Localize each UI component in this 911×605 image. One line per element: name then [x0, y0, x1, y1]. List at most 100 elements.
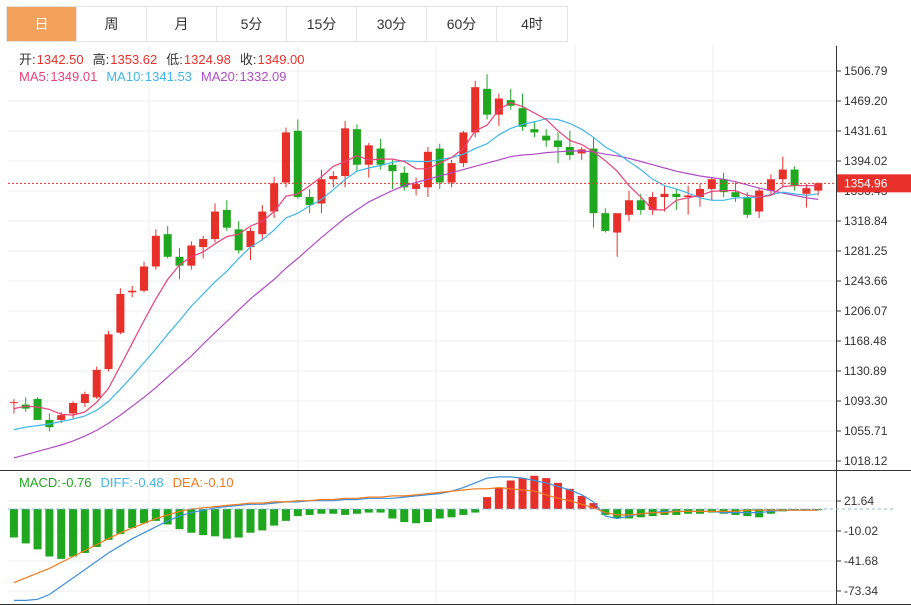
- dea-line: [13, 486, 819, 584]
- candle-body: [92, 369, 101, 398]
- macd-bar: [104, 509, 113, 540]
- candle-body: [80, 394, 89, 403]
- info-label: MA5:: [19, 69, 49, 84]
- macd-tick-label: -10.02: [844, 524, 878, 538]
- candle-body: [624, 200, 634, 215]
- candle-body: [483, 88, 492, 115]
- macd-bar: [435, 509, 444, 519]
- candle-body: [210, 211, 220, 240]
- macd-bar: [376, 509, 385, 513]
- chart-area: 1506.791469.201431.611394.021356.431318.…: [0, 46, 911, 605]
- macd-bar: [33, 509, 42, 550]
- macd-bar: [518, 478, 527, 509]
- candle-body: [471, 87, 480, 133]
- macd-bar: [400, 509, 409, 523]
- macd-bar: [329, 509, 338, 514]
- y-tick-label: 1093.30: [844, 394, 888, 408]
- indicator-info: 开: 1342.50 高: 1353.62 低: 1324.98 收: 1349.00 MA5:…: [19, 52, 305, 490]
- macd-bar: [246, 509, 255, 533]
- candle-body: [648, 197, 657, 210]
- macd-tick-label: -73.34: [844, 584, 878, 598]
- candle-body: [341, 128, 350, 177]
- candle-body: [151, 235, 160, 267]
- candle-body: [766, 179, 775, 191]
- candle-body: [542, 135, 551, 141]
- ma5-line: [13, 101, 819, 416]
- candle-body: [755, 190, 764, 212]
- candle-body: [222, 209, 231, 228]
- macd-bar: [577, 495, 586, 509]
- macd-bar: [459, 509, 468, 515]
- y-tick-label: 1018.12: [844, 454, 888, 468]
- macd-bar: [140, 509, 149, 524]
- macd-bar: [199, 509, 208, 536]
- candle-body: [163, 234, 172, 257]
- ma10-line: [13, 118, 819, 431]
- y-tick-label: 1055.71: [844, 424, 888, 438]
- macd-bar: [258, 509, 267, 531]
- info-label: DEA:: [173, 475, 203, 490]
- candle-body: [388, 164, 397, 172]
- info-label: 开:: [19, 52, 36, 67]
- candlesticks: [9, 74, 823, 432]
- y-tick-label: 1394.02: [844, 154, 888, 168]
- candle-body: [660, 193, 669, 198]
- candle-body: [435, 148, 444, 183]
- y-tick-label: 1243.66: [844, 274, 888, 288]
- candle-body: [281, 132, 290, 183]
- macd-bar: [565, 488, 574, 509]
- macd-bar: [57, 509, 66, 559]
- candle-body: [376, 148, 385, 165]
- macd-bar: [222, 509, 231, 539]
- candle-body: [613, 213, 622, 233]
- candle-body: [707, 179, 716, 189]
- info-value: -0.76: [62, 475, 92, 490]
- macd-bar: [305, 509, 314, 515]
- candle-body: [778, 169, 787, 180]
- macd-bar: [317, 509, 326, 514]
- info-value: 1353.62: [110, 52, 157, 67]
- info-value: 1332.09: [240, 69, 287, 84]
- candle-body: [743, 197, 752, 215]
- candle-body: [199, 239, 208, 248]
- macd-tick-label: -41.68: [844, 554, 878, 568]
- macd-bar: [80, 509, 89, 553]
- macd-bar: [447, 509, 456, 518]
- candle-body: [69, 402, 78, 414]
- y-tick-label: 1130.89: [844, 364, 887, 378]
- macd-bar: [128, 509, 137, 528]
- y-tick-label: 1506.79: [844, 64, 888, 78]
- macd-bar: [506, 480, 515, 509]
- macd-bar: [293, 509, 302, 517]
- candle-body: [554, 140, 563, 147]
- y-tick-label: 1281.25: [844, 244, 888, 258]
- candle-body: [128, 290, 137, 293]
- candle-body: [731, 192, 740, 198]
- info-label: 收:: [240, 52, 257, 67]
- candle-body: [589, 148, 598, 214]
- macd-bar: [9, 509, 18, 538]
- macd-bar: [388, 509, 397, 519]
- y-tick-label: 1206.07: [844, 304, 888, 318]
- candle-body: [329, 176, 338, 180]
- macd-bar: [116, 509, 125, 534]
- candle-body: [9, 402, 18, 404]
- candle-body: [116, 293, 125, 333]
- macd-bar: [45, 509, 54, 557]
- macd-bar: [92, 509, 101, 547]
- candle-body: [530, 129, 539, 133]
- candle-body: [412, 184, 421, 189]
- price-axis: 1506.791469.201431.611394.021356.431318.…: [0, 46, 911, 605]
- info-value: 1349.01: [50, 69, 97, 84]
- info-label: MACD:: [19, 475, 61, 490]
- macd-bar: [341, 509, 350, 515]
- candle-body: [33, 398, 42, 420]
- candle-body: [140, 266, 149, 291]
- info-label: 低:: [166, 52, 183, 67]
- candle-body: [802, 188, 811, 194]
- diff-line: [13, 476, 819, 602]
- info-value: -0.48: [134, 475, 164, 490]
- macd-bar: [270, 509, 279, 526]
- candle-body: [352, 129, 361, 165]
- candle-body: [423, 151, 432, 188]
